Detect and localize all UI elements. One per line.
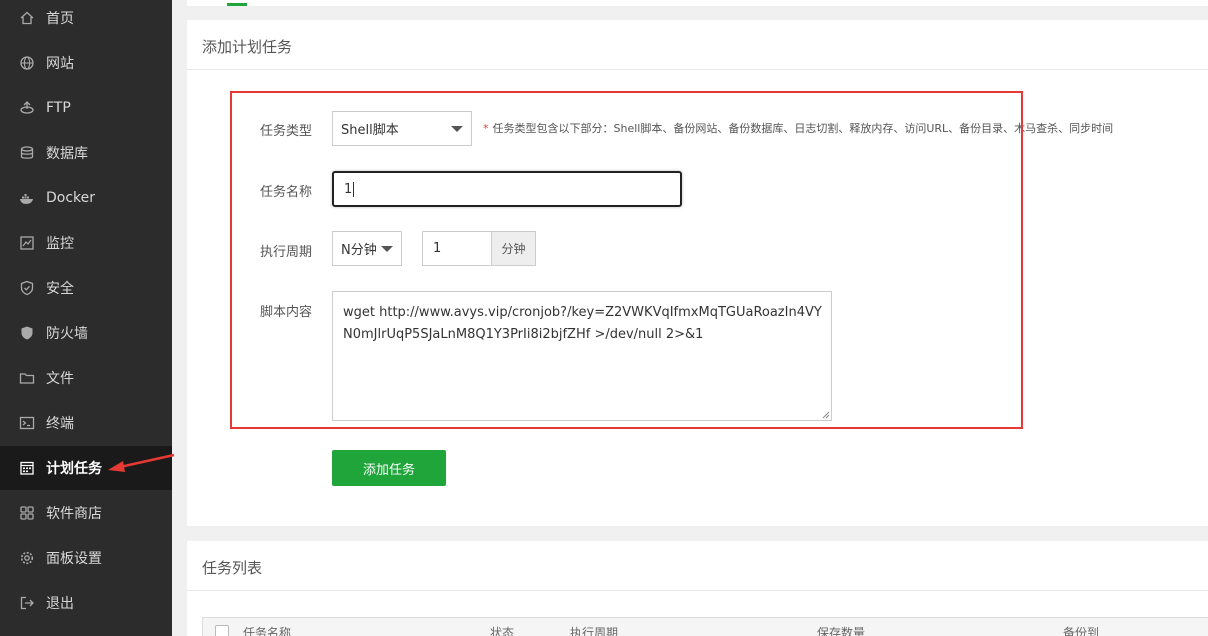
select-all-checkbox[interactable]	[215, 625, 229, 636]
task-list-header: 任务名称 状态 执行周期 保存数量 备份到	[202, 617, 1208, 636]
column-header: 备份到	[1063, 626, 1100, 636]
sidebar-item-label: 文件	[46, 371, 74, 387]
sidebar-item-label: 面板设置	[46, 551, 102, 567]
database-icon	[19, 145, 35, 161]
add-task-button[interactable]: 添加任务	[332, 450, 446, 486]
active-tab-indicator	[227, 3, 247, 6]
globe-icon	[19, 55, 35, 71]
sidebar-item-label: FTP	[46, 100, 71, 116]
sidebar-item-settings[interactable]: 面板设置	[0, 536, 172, 580]
shield-icon	[19, 280, 35, 296]
logout-icon	[19, 595, 35, 611]
column-header: 状态	[490, 626, 515, 636]
sidebar-item-website[interactable]: 网站	[0, 41, 172, 85]
top-tab-strip	[187, 0, 1208, 6]
sidebar-item-label: 防火墙	[46, 326, 88, 342]
add-task-panel: 添加计划任务 任务类型 Shell脚本 * 任务类型包含以下部分：Shell脚本、…	[187, 20, 1208, 526]
sidebar: 首页 网站 FTP 数据库 Docker 监控 安全 防火墙 文件 终端 计划任…	[0, 0, 172, 636]
annotation-arrow	[108, 453, 175, 472]
sidebar-item-database[interactable]: 数据库	[0, 131, 172, 175]
firewall-icon	[19, 325, 35, 341]
column-header: 保存数量	[817, 626, 866, 636]
panel-title: 添加计划任务	[202, 38, 293, 56]
docker-icon	[19, 190, 35, 206]
sidebar-item-label: 监控	[46, 236, 74, 252]
sidebar-item-security[interactable]: 安全	[0, 266, 172, 310]
sidebar-item-docker[interactable]: Docker	[0, 176, 172, 220]
sidebar-item-ftp[interactable]: FTP	[0, 86, 172, 130]
home-icon	[19, 10, 35, 26]
task-list-title: 任务列表	[202, 559, 263, 577]
monitor-icon	[19, 235, 35, 251]
sidebar-item-files[interactable]: 文件	[0, 356, 172, 400]
panel-divider	[187, 590, 1208, 591]
sidebar-item-label: Docker	[46, 190, 96, 206]
column-header: 任务名称	[243, 626, 292, 636]
sidebar-item-label: 首页	[46, 11, 74, 27]
calendar-icon	[19, 460, 35, 476]
sidebar-item-label: 安全	[46, 281, 74, 297]
sidebar-item-label: 软件商店	[46, 506, 102, 522]
sidebar-item-terminal[interactable]: 终端	[0, 401, 172, 445]
column-header: 执行周期	[570, 626, 619, 636]
panel-divider	[187, 69, 1208, 70]
highlight-box	[230, 91, 1023, 429]
terminal-icon	[19, 415, 35, 431]
grid-icon	[19, 505, 35, 521]
sidebar-item-store[interactable]: 软件商店	[0, 491, 172, 535]
sidebar-item-label: 终端	[46, 416, 74, 432]
folder-icon	[19, 370, 35, 386]
sidebar-item-label: 数据库	[46, 146, 88, 162]
sidebar-item-monitor[interactable]: 监控	[0, 221, 172, 265]
ftp-icon	[19, 100, 35, 116]
sidebar-item-label: 计划任务	[46, 461, 102, 477]
sidebar-item-label: 退出	[46, 596, 74, 612]
sidebar-item-firewall[interactable]: 防火墙	[0, 311, 172, 355]
sidebar-item-home[interactable]: 首页	[0, 0, 172, 40]
sidebar-item-logout[interactable]: 退出	[0, 581, 172, 625]
sidebar-item-label: 网站	[46, 56, 74, 72]
gear-icon	[19, 550, 35, 566]
